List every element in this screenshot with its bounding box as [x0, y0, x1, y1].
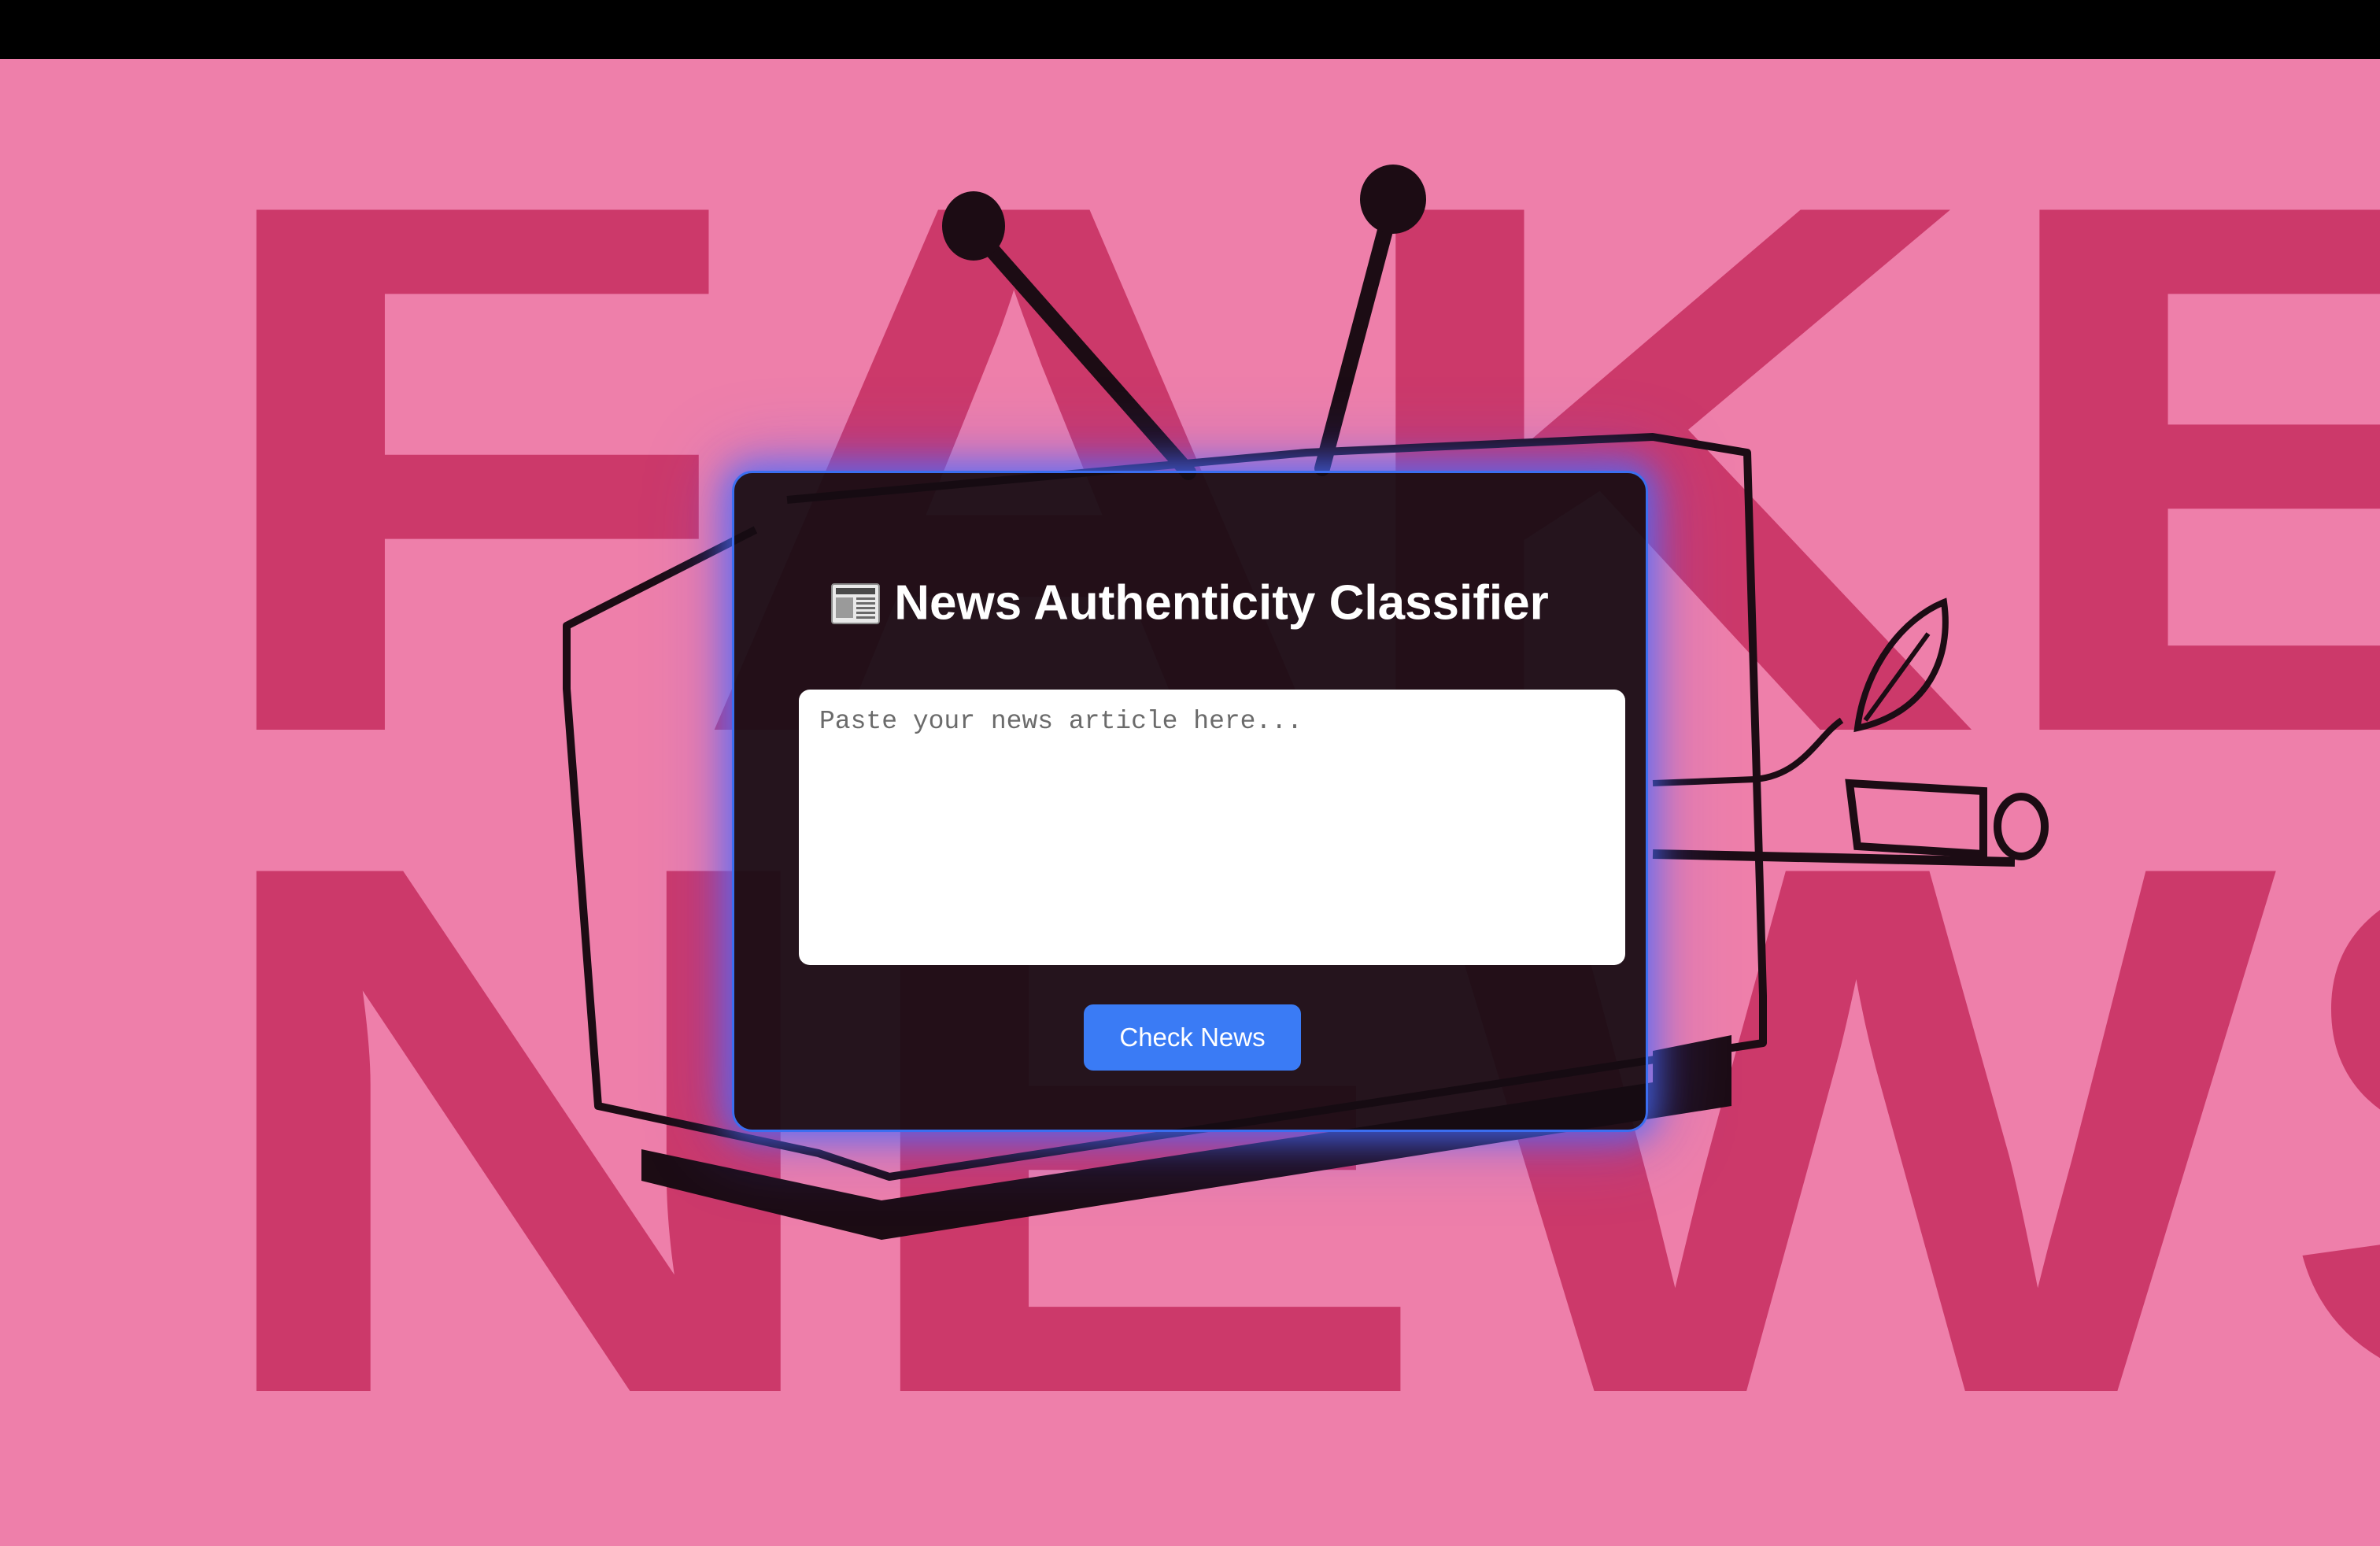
check-news-button[interactable]: Check News — [1084, 1004, 1301, 1071]
news-article-input[interactable] — [799, 690, 1625, 965]
newspaper-icon — [831, 579, 881, 624]
top-black-bar — [0, 0, 2380, 59]
page-title-text: News Authenticity Classifier — [894, 575, 1549, 631]
page-title: News Authenticity Classifier — [734, 569, 1646, 635]
classifier-card: News Authenticity Classifier Check News — [732, 471, 1648, 1132]
